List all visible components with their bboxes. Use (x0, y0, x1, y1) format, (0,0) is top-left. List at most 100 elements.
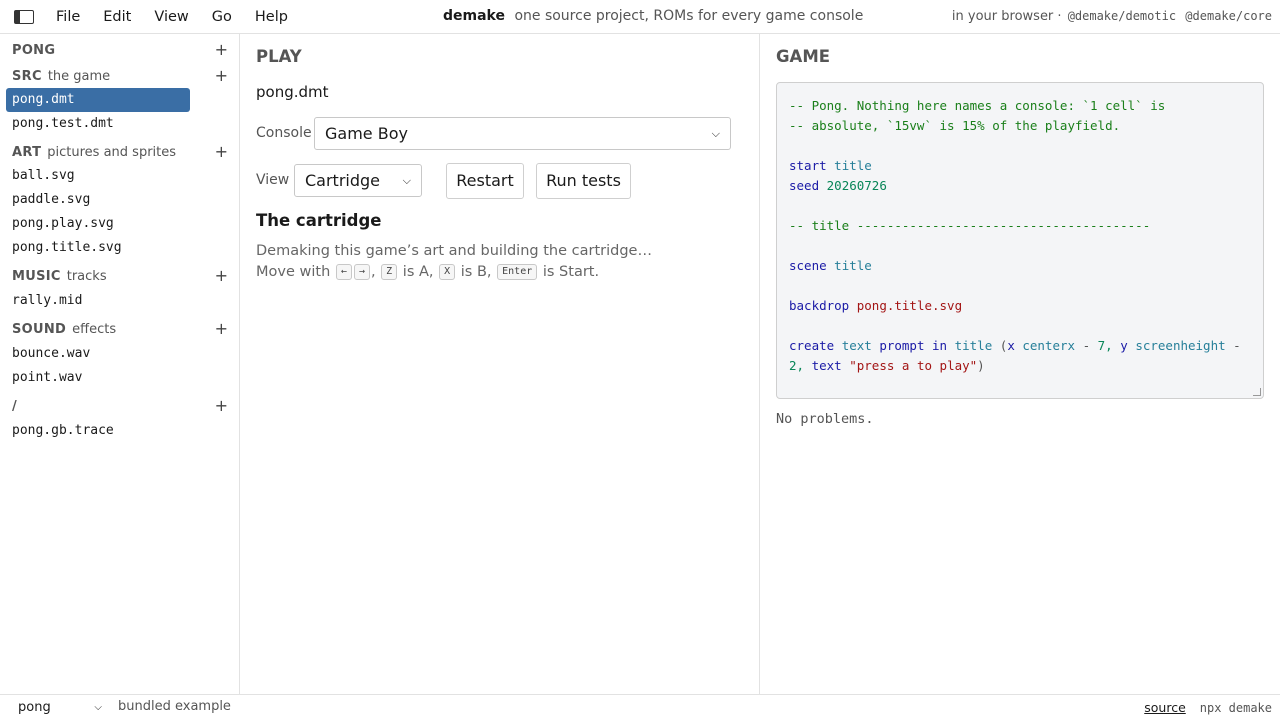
code-identifier: screenheight (1135, 338, 1226, 353)
section-subtitle: effects (72, 321, 117, 337)
is-b-text: is B, (460, 264, 492, 280)
add-root-button[interactable]: + (215, 396, 228, 416)
section-art: ART pictures and sprites + (12, 142, 228, 162)
move-with-text: Move with (256, 264, 331, 280)
npx-command: npx demake (1199, 701, 1272, 715)
restart-button[interactable]: Restart (446, 163, 524, 199)
code-number: 7, (1097, 338, 1113, 353)
code-number: 20260726 (826, 178, 887, 193)
code-keyword: x (1007, 338, 1015, 353)
code-comment: -- absolute, `15vw` is 15% of the playfi… (789, 118, 1121, 133)
section-title: / (12, 398, 18, 414)
file-point-wav[interactable]: point.wav (6, 366, 190, 390)
view-select[interactable]: Cartridge ⌵ (294, 164, 422, 197)
add-music-button[interactable]: + (215, 266, 228, 286)
brand: demake one source project, ROMs for ever… (443, 8, 863, 24)
file-pong-gb-trace[interactable]: pong.gb.trace (6, 419, 190, 443)
section-title: MUSIC (12, 268, 61, 284)
run-tests-button[interactable]: Run tests (536, 163, 631, 199)
right-arrow-key: → (353, 264, 370, 280)
menu-view[interactable]: View (154, 9, 188, 25)
code-comment: -- title -------------------------------… (789, 218, 1151, 233)
view-value: Cartridge (305, 171, 381, 190)
file-pong-dmt[interactable]: pong.dmt (6, 88, 190, 112)
source-link[interactable]: source (1144, 700, 1186, 715)
game-title: GAME (776, 47, 831, 66)
example-value: pong (18, 700, 51, 715)
menu-edit[interactable]: Edit (103, 9, 131, 25)
status-right: source npx demake (1144, 700, 1272, 715)
z-key: Z (381, 264, 398, 280)
example-note: bundled example (118, 699, 231, 714)
code-keyword: start (789, 158, 827, 173)
play-title: PLAY (256, 47, 302, 66)
console-value: Game Boy (325, 124, 408, 143)
section-subtitle: the game (47, 68, 111, 84)
section-music: MUSIC tracks + (12, 266, 228, 286)
console-select[interactable]: Game Boy ⌵ (314, 117, 731, 150)
section-subtitle: tracks (66, 268, 107, 284)
section-subtitle: pictures and sprites (47, 144, 177, 160)
menu-file[interactable]: File (56, 9, 80, 25)
play-pane: PLAY pong.dmt Console Game Boy ⌵ View Ca… (240, 34, 760, 694)
add-sound-button[interactable]: + (215, 319, 228, 339)
package-core-link[interactable]: @demake/core (1185, 9, 1272, 23)
code-identifier: title (954, 338, 993, 353)
file-ball-svg[interactable]: ball.svg (6, 164, 190, 188)
section-sound: SOUND effects + (12, 319, 228, 339)
x-key: X (439, 264, 456, 280)
code-keyword: prompt (879, 338, 925, 353)
code-string: "press a to play" (849, 358, 978, 373)
problems-status: No problems. (776, 411, 874, 427)
example-select[interactable]: pong ⌵ (10, 698, 106, 718)
menubar-right: in your browser · @demake/demotic @demak… (952, 9, 1272, 24)
section-src: SRC the game + (12, 66, 228, 86)
menu-help[interactable]: Help (255, 9, 288, 25)
console-label: Console (256, 125, 312, 141)
brand-name: demake (443, 8, 505, 24)
code-identifier: title (834, 158, 872, 173)
section-title: PONG (12, 42, 56, 58)
resize-handle-icon[interactable] (1253, 388, 1261, 396)
code-keyword: create (789, 338, 835, 353)
play-filename: pong.dmt (256, 83, 329, 101)
add-pong-button[interactable]: + (215, 40, 228, 60)
code-keyword: text (811, 358, 842, 373)
section-title: SOUND (12, 321, 67, 337)
code-operator: - (1233, 338, 1241, 353)
is-a-text: is A, (402, 264, 434, 280)
menu-go[interactable]: Go (212, 9, 232, 25)
add-art-button[interactable]: + (215, 142, 228, 162)
section-title: ART (12, 144, 42, 160)
in-browser-text: in your browser · (951, 9, 1062, 24)
code-keyword: in (932, 338, 948, 353)
chevron-down-icon: ⌵ (711, 127, 720, 140)
file-sidebar: PONG + SRC the game + pong.dmt pong.test… (0, 34, 240, 694)
section-pong: PONG + (12, 40, 228, 60)
game-pane: GAME -- Pong. Nothing here names a conso… (760, 34, 1280, 694)
brand-tagline: one source project, ROMs for every game … (514, 8, 864, 24)
file-pong-play-svg[interactable]: pong.play.svg (6, 212, 190, 236)
section-root: / + (12, 396, 228, 416)
enter-key: Enter (497, 264, 538, 280)
code-identifier: title (834, 258, 872, 273)
add-src-button[interactable]: + (215, 66, 228, 86)
file-paddle-svg[interactable]: paddle.svg (6, 188, 190, 212)
file-pong-test-dmt[interactable]: pong.test.dmt (6, 112, 190, 136)
left-arrow-key: ← (335, 264, 352, 280)
file-rally-mid[interactable]: rally.mid (6, 289, 190, 313)
section-title: SRC (12, 68, 42, 84)
file-bounce-wav[interactable]: bounce.wav (6, 342, 190, 366)
code-editor[interactable]: -- Pong. Nothing here names a console: `… (776, 82, 1264, 399)
controls-hint: Move with ← →, Z is A, X is B, Enter is S… (256, 264, 600, 280)
cartridge-status: Demaking this game’s art and building th… (256, 243, 652, 259)
chevron-down-icon: ⌵ (402, 174, 411, 187)
view-label: View (256, 172, 290, 188)
sidebar-toggle-icon[interactable] (14, 9, 34, 24)
code-keyword: y (1120, 338, 1128, 353)
chevron-down-icon: ⌵ (94, 702, 102, 713)
file-pong-title-svg[interactable]: pong.title.svg (6, 236, 190, 260)
code-keyword: seed (789, 178, 820, 193)
package-demotic-link[interactable]: @demake/demotic (1068, 9, 1176, 23)
cartridge-heading: The cartridge (256, 211, 382, 230)
